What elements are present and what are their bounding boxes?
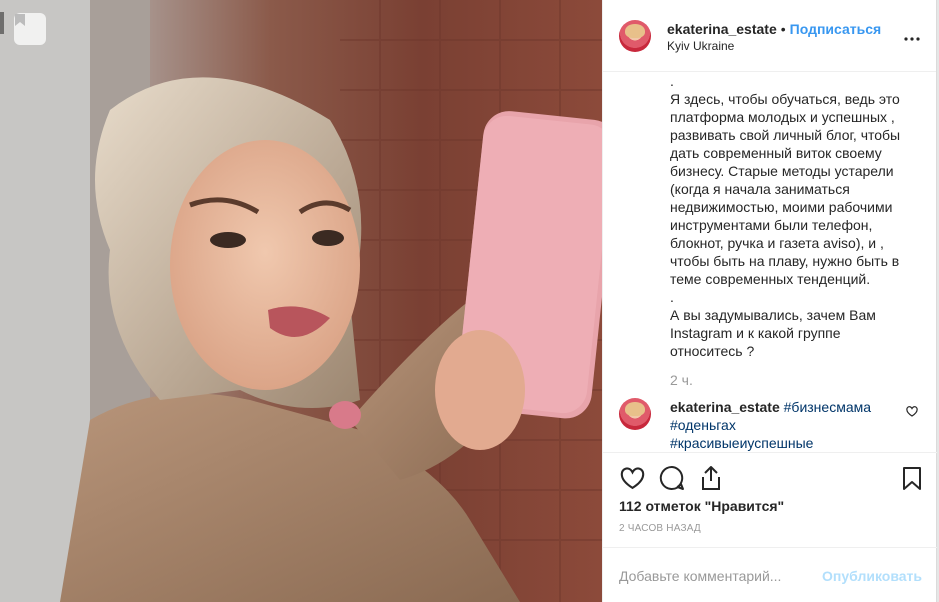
- location-link[interactable]: Kyiv Ukraine: [667, 39, 734, 53]
- comments-list[interactable]: . Я здесь, чтобы обучаться, ведь это пла…: [603, 72, 938, 452]
- more-options-button[interactable]: [904, 28, 920, 42]
- avatar[interactable]: [619, 20, 651, 52]
- publish-button[interactable]: Опубликовать: [822, 568, 922, 584]
- bookmark-icon: [15, 14, 25, 26]
- comment-username-link[interactable]: ekaterina_estate: [670, 399, 780, 415]
- like-button[interactable]: [619, 465, 645, 491]
- separator-dot: •: [780, 21, 786, 37]
- photo-illustration: [0, 0, 602, 602]
- likes-count[interactable]: 112 отметок "Нравится": [619, 498, 784, 514]
- share-button[interactable]: [698, 465, 724, 491]
- left-edge-control: [0, 12, 4, 34]
- caption-text: . Я здесь, чтобы обучаться, ведь это пла…: [670, 73, 901, 359]
- share-icon: [702, 466, 720, 490]
- comment-text: ekaterina_estate #бизнесмама #оденьгах #…: [670, 398, 895, 452]
- heart-icon: [906, 406, 918, 417]
- bookmark-icon: [903, 466, 921, 490]
- hashtag-link[interactable]: #красивыеиуспешные: [670, 435, 813, 451]
- save-badge[interactable]: [14, 13, 46, 45]
- hashtag-link[interactable]: #бизнесмама: [784, 399, 871, 415]
- follow-button[interactable]: Подписаться: [790, 21, 882, 37]
- post-timestamp[interactable]: 2 часов назад: [619, 523, 701, 534]
- comment-like-button[interactable]: [906, 404, 918, 422]
- save-button[interactable]: [899, 465, 925, 491]
- add-comment-form: Опубликовать: [603, 547, 938, 602]
- caption-time[interactable]: 2 ч.: [670, 372, 693, 388]
- comment-input[interactable]: [619, 566, 814, 586]
- post-side-panel: ekaterina_estate • Подписаться Kyiv Ukrain…: [602, 0, 938, 602]
- post-photo[interactable]: [0, 0, 602, 602]
- speech-bubble-icon: [659, 465, 684, 490]
- hashtag-link[interactable]: #оденьгах: [670, 417, 736, 433]
- comment-button[interactable]: [659, 465, 685, 491]
- post-header: ekaterina_estate • Подписаться Kyiv Ukrain…: [603, 0, 936, 72]
- post-actions: 112 отметок "Нравится" 2 часов назад: [603, 452, 938, 547]
- heart-icon: [620, 467, 644, 489]
- more-horizontal-icon: [904, 37, 920, 41]
- username-link[interactable]: ekaterina_estate: [667, 21, 777, 37]
- header-line: ekaterina_estate • Подписаться: [667, 21, 881, 37]
- avatar[interactable]: [619, 398, 651, 430]
